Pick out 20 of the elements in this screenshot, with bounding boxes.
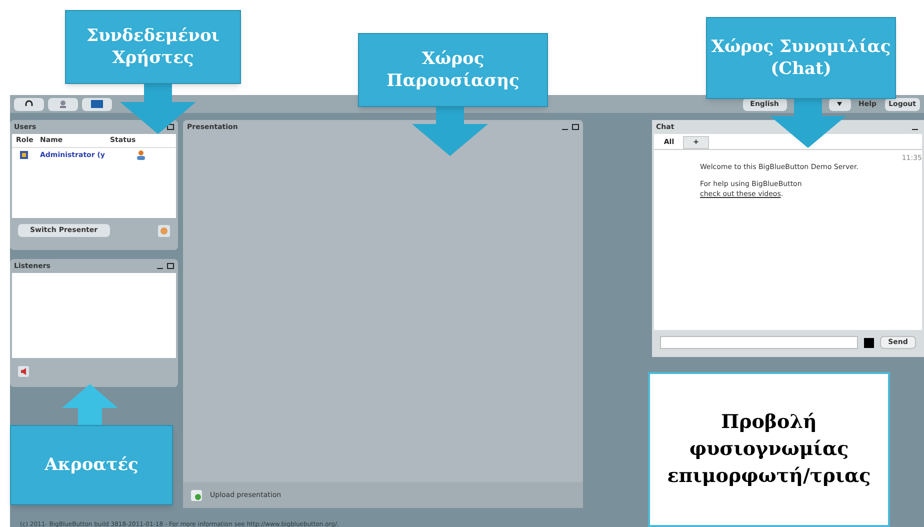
- callout-text: Ακροατές: [44, 454, 138, 476]
- caret-icon: [837, 102, 842, 106]
- monitor-icon: [91, 100, 103, 108]
- callout-text: Χώρος Παρουσίασης: [386, 48, 520, 92]
- video-note-text: Προβολή φυσιογνωμίας επιμορφωτή/τριας: [666, 410, 872, 489]
- headset-icon: [25, 100, 33, 108]
- desktop-share-button[interactable]: [82, 98, 112, 110]
- headset-button[interactable]: [14, 98, 44, 110]
- mute-icon[interactable]: [18, 366, 29, 377]
- maximize-icon[interactable]: [167, 124, 174, 130]
- chat-input[interactable]: [660, 336, 858, 349]
- maximize-icon[interactable]: [167, 263, 174, 269]
- maximize-icon[interactable]: [572, 124, 579, 130]
- person-icon: [136, 150, 146, 160]
- color-picker-icon[interactable]: [864, 338, 874, 348]
- callout-text: Συνδεδεμένοι Χρήστες: [85, 25, 221, 69]
- callout-text: Χώρος Συνομιλίας (Chat): [711, 36, 891, 80]
- arrow-up-icon: [62, 384, 118, 426]
- presenter-icon: [19, 150, 29, 160]
- upload-icon[interactable]: [191, 490, 202, 500]
